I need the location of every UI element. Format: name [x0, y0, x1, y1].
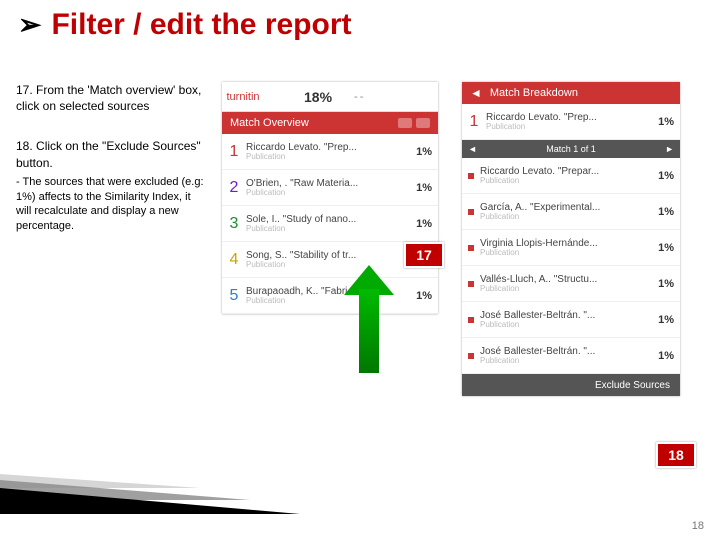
match-overview-panel: turnitin 18% -- Match Overview 1 Riccard…: [222, 82, 438, 314]
breakdown-item[interactable]: José Ballester-Beltrán. "...Publication1…: [462, 338, 680, 374]
breakdown-item[interactable]: Riccardo Levato. "Prepar...Publication1%: [462, 158, 680, 194]
source-pct: 1%: [408, 146, 438, 158]
item-sub: Publication: [480, 177, 650, 186]
callout-17: 17: [404, 242, 444, 268]
item-sub: Publication: [480, 285, 650, 294]
page-number: 18: [692, 520, 704, 532]
item-text: José Ballester-Beltrán. "...: [480, 310, 650, 321]
step-18-text: Click on the "Exclude Sources" button.: [16, 139, 201, 169]
breakdown-item[interactable]: Virginia Llopis-Hernánde...Publication1%: [462, 230, 680, 266]
step-17-num: 17.: [16, 83, 33, 97]
item-sub: Publication: [480, 357, 650, 366]
step-18-note: - The sources that were excluded (e.g: 1…: [16, 175, 206, 234]
item-pct: 1%: [650, 314, 680, 326]
view-toggle-icon[interactable]: [398, 118, 430, 128]
bullet-icon: [468, 173, 474, 179]
breakdown-item[interactable]: García, A.. "Experimental...Publication1…: [462, 194, 680, 230]
arrow-up-icon: [344, 265, 394, 373]
item-sub: Publication: [480, 213, 650, 222]
turnitin-logo: turnitin: [222, 91, 264, 103]
callout-18: 18: [656, 442, 696, 468]
item-pct: 1%: [650, 242, 680, 254]
item-pct: 1%: [650, 206, 680, 218]
source-index: 4: [222, 251, 246, 269]
exclude-sources-button[interactable]: Exclude Sources: [462, 374, 680, 396]
overview-header: turnitin 18% --: [222, 82, 438, 112]
primary-pct: 1%: [650, 116, 680, 128]
bullet-icon: [468, 281, 474, 287]
source-row[interactable]: 3 Sole, I.. "Study of nano...Publication…: [222, 206, 438, 242]
item-sub: Publication: [480, 321, 650, 330]
match-overview-label: Match Overview: [230, 117, 309, 129]
item-text: Riccardo Levato. "Prepar...: [480, 166, 650, 177]
source-index: 5: [222, 287, 246, 305]
bullet-icon: [468, 317, 474, 323]
match-breakdown-titlebar: ◄ Match Breakdown: [462, 82, 680, 104]
chevron-icon: ➢: [18, 11, 41, 39]
match-nav: ◄ Match 1 of 1 ►: [462, 140, 680, 158]
item-text: José Ballester-Beltrán. "...: [480, 346, 650, 357]
source-row[interactable]: 5 Burapaoadh, K.. "Fabri...Publication 1…: [222, 278, 438, 314]
item-pct: 1%: [650, 278, 680, 290]
prev-match-icon[interactable]: ◄: [468, 144, 477, 154]
source-sub: Publication: [246, 189, 408, 198]
instructions: 17. From the 'Match overview' box, click…: [16, 82, 206, 258]
source-pct: 1%: [408, 182, 438, 194]
match-breakdown-panel: ◄ Match Breakdown 1 Riccardo Levato. "Pr…: [462, 82, 680, 396]
decorative-wedge: [0, 470, 300, 516]
item-pct: 1%: [650, 170, 680, 182]
next-match-icon[interactable]: ►: [665, 144, 674, 154]
bullet-icon: [468, 209, 474, 215]
source-text: Riccardo Levato. "Prep...: [246, 142, 408, 153]
source-text: Sole, I.. "Study of nano...: [246, 214, 408, 225]
source-index: 3: [222, 215, 246, 233]
source-sub: Publication: [246, 225, 408, 234]
item-text: Virginia Llopis-Hernánde...: [480, 238, 650, 249]
overall-dash: --: [354, 91, 365, 103]
item-text: García, A.. "Experimental...: [480, 202, 650, 213]
source-text: Song, S.. "Stability of tr...: [246, 250, 408, 261]
match-overview-titlebar: Match Overview: [222, 112, 438, 134]
source-text: O'Brien, . "Raw Materia...: [246, 178, 408, 189]
step-18-num: 18.: [16, 139, 33, 153]
match-counter: Match 1 of 1: [546, 144, 596, 154]
source-pct: 1%: [408, 290, 438, 302]
item-text: Vallés-Lluch, A.. "Structu...: [480, 274, 650, 285]
match-breakdown-label: Match Breakdown: [490, 87, 578, 99]
primary-text: Riccardo Levato. "Prep...: [486, 112, 650, 123]
item-pct: 1%: [650, 350, 680, 362]
primary-index: 1: [462, 113, 486, 131]
bullet-icon: [468, 353, 474, 359]
breakdown-item[interactable]: José Ballester-Beltrán. "...Publication1…: [462, 302, 680, 338]
item-sub: Publication: [480, 249, 650, 258]
source-index: 2: [222, 179, 246, 197]
overall-percent: 18%: [304, 89, 332, 105]
breakdown-item[interactable]: Vallés-Lluch, A.. "Structu...Publication…: [462, 266, 680, 302]
breakdown-primary-row[interactable]: 1 Riccardo Levato. "Prep...Publication 1…: [462, 104, 680, 140]
source-index: 1: [222, 143, 246, 161]
step-17-text: From the 'Match overview' box, click on …: [16, 83, 201, 113]
bullet-icon: [468, 245, 474, 251]
primary-sub: Publication: [486, 123, 650, 132]
source-sub: Publication: [246, 153, 408, 162]
page-title: Filter / edit the report: [51, 8, 351, 42]
source-pct: 1%: [408, 218, 438, 230]
source-row[interactable]: 1 Riccardo Levato. "Prep...Publication 1…: [222, 134, 438, 170]
source-row[interactable]: 2 O'Brien, . "Raw Materia...Publication …: [222, 170, 438, 206]
step-17: 17. From the 'Match overview' box, click…: [16, 82, 206, 114]
step-18: 18. Click on the "Exclude Sources" butto…: [16, 138, 206, 234]
back-arrow-icon[interactable]: ◄: [470, 86, 482, 100]
